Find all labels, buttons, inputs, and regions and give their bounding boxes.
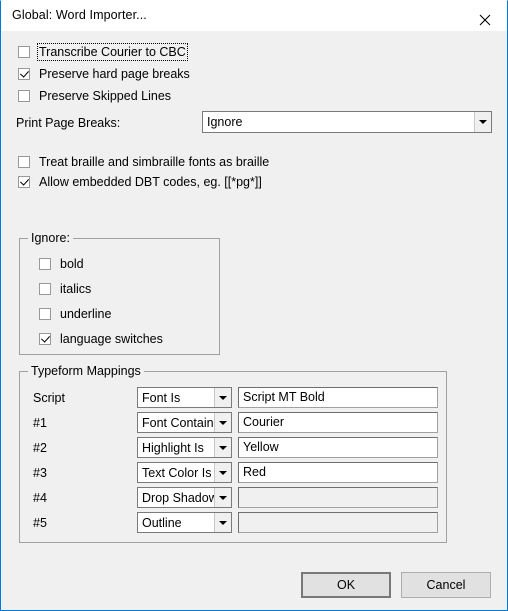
checkbox-ignore-italics[interactable]: italics: [39, 280, 91, 298]
checkbox-label: Transcribe Courier to CBC: [37, 43, 188, 61]
typeform-condition-dropdown[interactable]: Text Color Is: [137, 462, 232, 483]
checkbox-ignore-underline[interactable]: underline: [39, 305, 111, 323]
typeform-value-input[interactable]: Red: [238, 462, 438, 483]
chevron-down-icon[interactable]: [214, 488, 231, 507]
typeform-condition-value: Font Contains: [142, 415, 214, 430]
typeform-condition-dropdown[interactable]: Drop Shadow: [137, 487, 232, 508]
checkbox-box[interactable]: [18, 90, 30, 102]
checkbox-label: Preserve Skipped Lines: [39, 89, 172, 103]
chevron-down-icon[interactable]: [214, 388, 231, 407]
checkbox-label: bold: [60, 257, 84, 271]
checkbox-preserve-hard-page-breaks[interactable]: Preserve hard page breaks: [18, 65, 190, 83]
chevron-down-icon[interactable]: [214, 438, 231, 457]
chevron-down-icon[interactable]: [474, 112, 491, 132]
checkbox-label: language switches: [60, 332, 163, 346]
checkbox-preserve-skipped-lines[interactable]: Preserve Skipped Lines: [18, 87, 171, 105]
checkbox-box[interactable]: [18, 176, 30, 188]
checkbox-label: Preserve hard page breaks: [39, 67, 190, 81]
typeform-row-label: #5: [33, 516, 47, 530]
checkbox-box[interactable]: [18, 156, 30, 168]
typeform-condition-dropdown[interactable]: Highlight Is: [137, 437, 232, 458]
typeform-mappings-group: Typeform Mappings Script Font Is Script …: [19, 364, 447, 543]
chevron-down-icon[interactable]: [214, 463, 231, 482]
typeform-value-input: [238, 512, 438, 533]
typeform-condition-value: Text Color Is: [142, 465, 212, 480]
checkbox-box[interactable]: [18, 46, 30, 58]
print-page-breaks-value: Ignore: [207, 115, 243, 129]
typeform-condition-value: Drop Shadow: [142, 490, 214, 505]
typeform-row-label: #3: [33, 466, 47, 480]
checkbox-treat-braille-fonts-as-braille[interactable]: Treat braille and simbraille fonts as br…: [18, 153, 269, 171]
typeform-row-label: #2: [33, 441, 47, 455]
checkbox-box[interactable]: [39, 333, 51, 345]
checkbox-label: Treat braille and simbraille fonts as br…: [39, 155, 270, 169]
typeform-row-label: Script: [33, 391, 65, 405]
window-title: Global: Word Importer...: [12, 8, 147, 22]
checkbox-label: italics: [60, 282, 92, 296]
close-button[interactable]: [462, 1, 507, 30]
checkbox-box[interactable]: [39, 258, 51, 270]
typeform-condition-dropdown[interactable]: Font Is: [137, 387, 232, 408]
typeform-condition-value: Font Is: [142, 390, 181, 405]
print-page-breaks-label: Print Page Breaks:: [16, 116, 121, 130]
ok-button[interactable]: OK: [301, 572, 391, 598]
checkbox-ignore-bold[interactable]: bold: [39, 255, 84, 273]
checkbox-label: underline: [60, 307, 112, 321]
print-page-breaks-dropdown[interactable]: Ignore: [202, 111, 492, 133]
typeform-condition-dropdown[interactable]: Outline: [137, 512, 232, 533]
typeform-value-input[interactable]: Yellow: [238, 437, 438, 458]
checkbox-allow-embedded-dbt-codes[interactable]: Allow embedded DBT codes, eg. [[*pg*]]: [18, 173, 262, 191]
typeform-value-input[interactable]: Courier: [238, 412, 438, 433]
typeform-mappings-group-title: Typeform Mappings: [28, 364, 144, 378]
cancel-button[interactable]: Cancel: [401, 572, 491, 598]
title-bar: Global: Word Importer...: [1, 1, 507, 32]
typeform-row-label: #4: [33, 491, 47, 505]
typeform-value-input[interactable]: Script MT Bold: [238, 387, 438, 408]
checkbox-transcribe-courier-to-cbc[interactable]: Transcribe Courier to CBC: [18, 43, 188, 61]
chevron-down-icon[interactable]: [214, 413, 231, 432]
ignore-group-title: Ignore:: [28, 231, 73, 245]
dialog-client-area: Transcribe Courier to CBC Preserve hard …: [1, 31, 507, 610]
typeform-condition-value: Outline: [142, 515, 182, 530]
typeform-condition-value: Highlight Is: [142, 440, 204, 455]
ignore-group: Ignore: bold italics underline language …: [19, 231, 220, 355]
checkbox-box[interactable]: [39, 308, 51, 320]
close-icon: [479, 14, 490, 26]
checkbox-box[interactable]: [39, 283, 51, 295]
typeform-row-label: #1: [33, 416, 47, 430]
typeform-condition-dropdown[interactable]: Font Contains: [137, 412, 232, 433]
checkbox-ignore-language-switches[interactable]: language switches: [39, 330, 163, 348]
typeform-value-input: [238, 487, 438, 508]
dialog-window: Global: Word Importer... Transcribe Cour…: [0, 0, 508, 611]
checkbox-box[interactable]: [18, 68, 30, 80]
chevron-down-icon[interactable]: [214, 513, 231, 532]
checkbox-label: Allow embedded DBT codes, eg. [[*pg*]]: [39, 175, 262, 189]
